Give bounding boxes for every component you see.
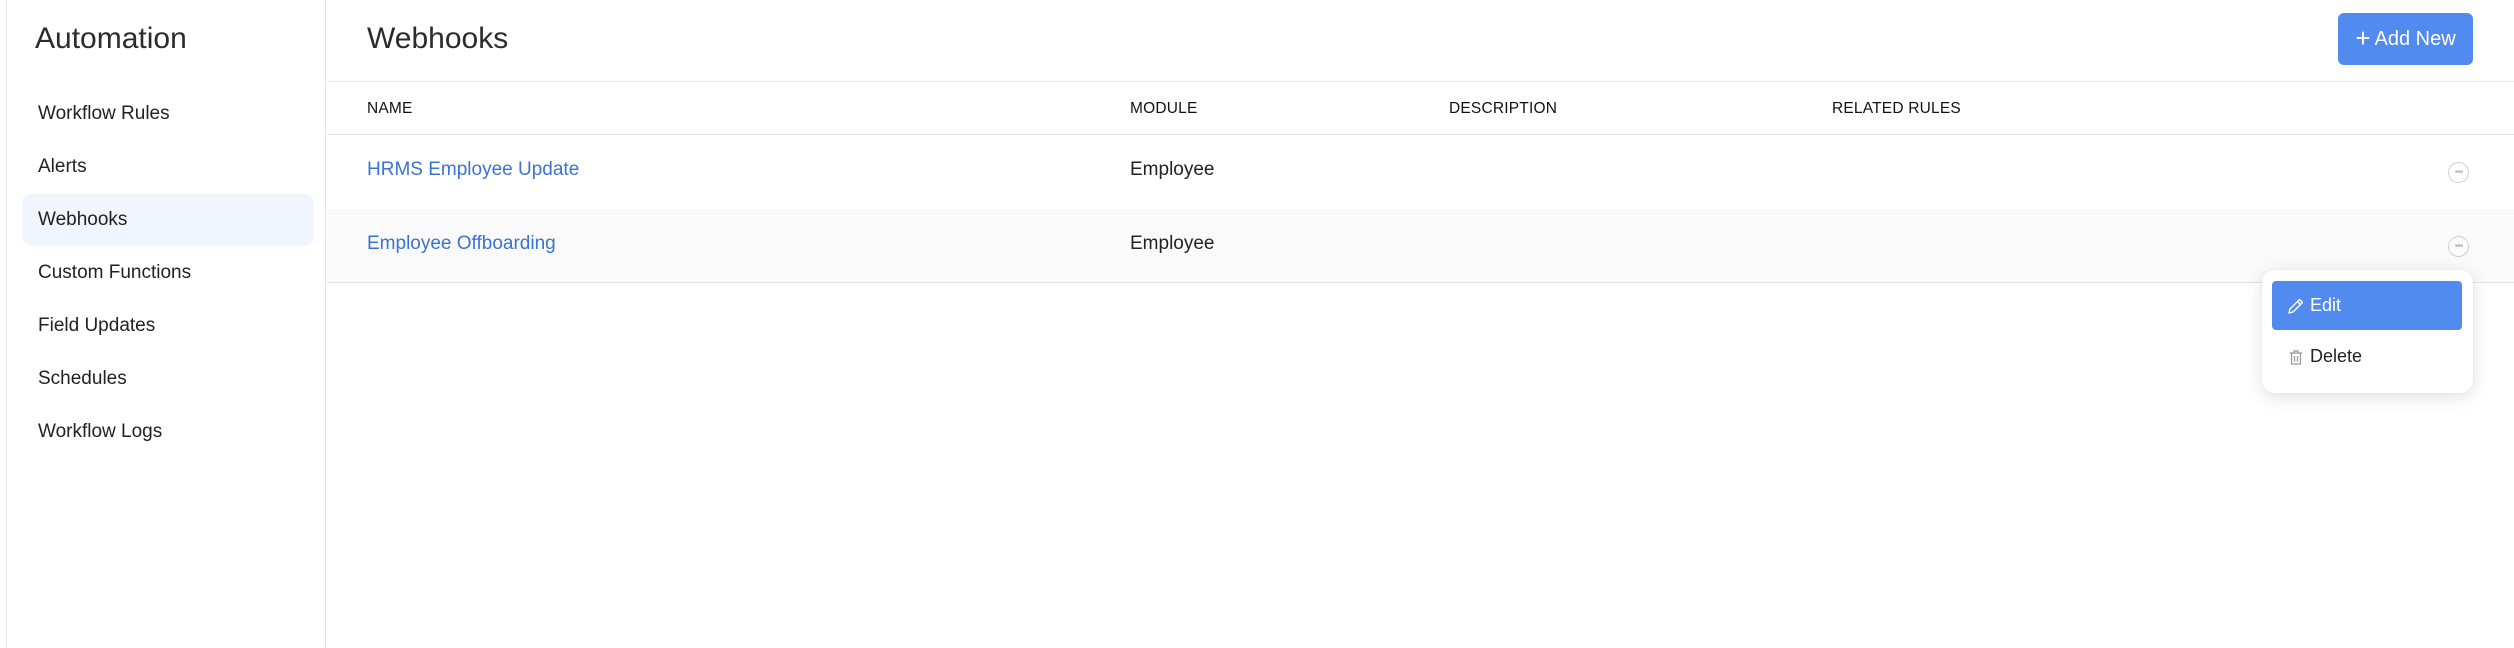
sidebar-nav: Workflow Rules Alerts Webhooks Custom Fu… bbox=[22, 88, 314, 459]
main-content: Webhooks + Add New NAME MODULE DESCRIPTI… bbox=[327, 0, 2514, 648]
more-horizontal-icon: ••• bbox=[2454, 167, 2463, 178]
sidebar-item-webhooks[interactable]: Webhooks bbox=[22, 194, 314, 246]
page-title: Webhooks bbox=[367, 22, 509, 55]
page-header: Webhooks + Add New bbox=[327, 0, 2514, 82]
more-actions-button[interactable]: ••• bbox=[2448, 162, 2469, 183]
sidebar-item-custom-functions[interactable]: Custom Functions bbox=[22, 247, 314, 299]
more-horizontal-icon: ••• bbox=[2454, 241, 2463, 252]
menu-item-delete[interactable]: Delete bbox=[2272, 332, 2462, 381]
sidebar-item-workflow-logs[interactable]: Workflow Logs bbox=[22, 406, 314, 458]
menu-item-edit-label: Edit bbox=[2310, 295, 2342, 315]
column-header-related-rules[interactable]: RELATED RULES bbox=[1832, 100, 1961, 118]
webhook-name-link[interactable]: Employee Offboarding bbox=[367, 233, 556, 255]
column-header-description[interactable]: DESCRIPTION bbox=[1449, 100, 1557, 118]
table-header: NAME MODULE DESCRIPTION RELATED RULES bbox=[327, 82, 2514, 135]
menu-item-delete-label: Delete bbox=[2310, 346, 2363, 366]
plus-icon: + bbox=[2355, 22, 2371, 53]
webhook-module: Employee bbox=[1130, 233, 1215, 254]
add-new-button[interactable]: + Add New bbox=[2338, 13, 2473, 65]
sidebar-item-workflow-rules[interactable]: Workflow Rules bbox=[22, 88, 314, 140]
webhook-name-link[interactable]: HRMS Employee Update bbox=[367, 159, 579, 181]
sidebar: Automation Workflow Rules Alerts Webhook… bbox=[6, 0, 326, 648]
add-new-label: Add New bbox=[2374, 27, 2456, 50]
menu-item-edit[interactable]: Edit bbox=[2272, 281, 2462, 330]
row-actions-menu: Edit Delete bbox=[2262, 270, 2473, 393]
sidebar-item-alerts[interactable]: Alerts bbox=[22, 141, 314, 193]
column-header-name[interactable]: NAME bbox=[367, 100, 413, 118]
more-actions-button[interactable]: ••• bbox=[2448, 236, 2469, 257]
table-row: HRMS Employee Update Employee ••• bbox=[327, 135, 2514, 209]
pencil-icon bbox=[2288, 298, 2304, 314]
table-row: Employee Offboarding Employee ••• bbox=[327, 209, 2514, 283]
sidebar-title: Automation bbox=[35, 22, 187, 55]
trash-icon bbox=[2290, 349, 2302, 365]
column-header-module[interactable]: MODULE bbox=[1130, 100, 1198, 118]
sidebar-item-schedules[interactable]: Schedules bbox=[22, 353, 314, 405]
webhook-module: Employee bbox=[1130, 159, 1215, 180]
sidebar-item-field-updates[interactable]: Field Updates bbox=[22, 300, 314, 352]
